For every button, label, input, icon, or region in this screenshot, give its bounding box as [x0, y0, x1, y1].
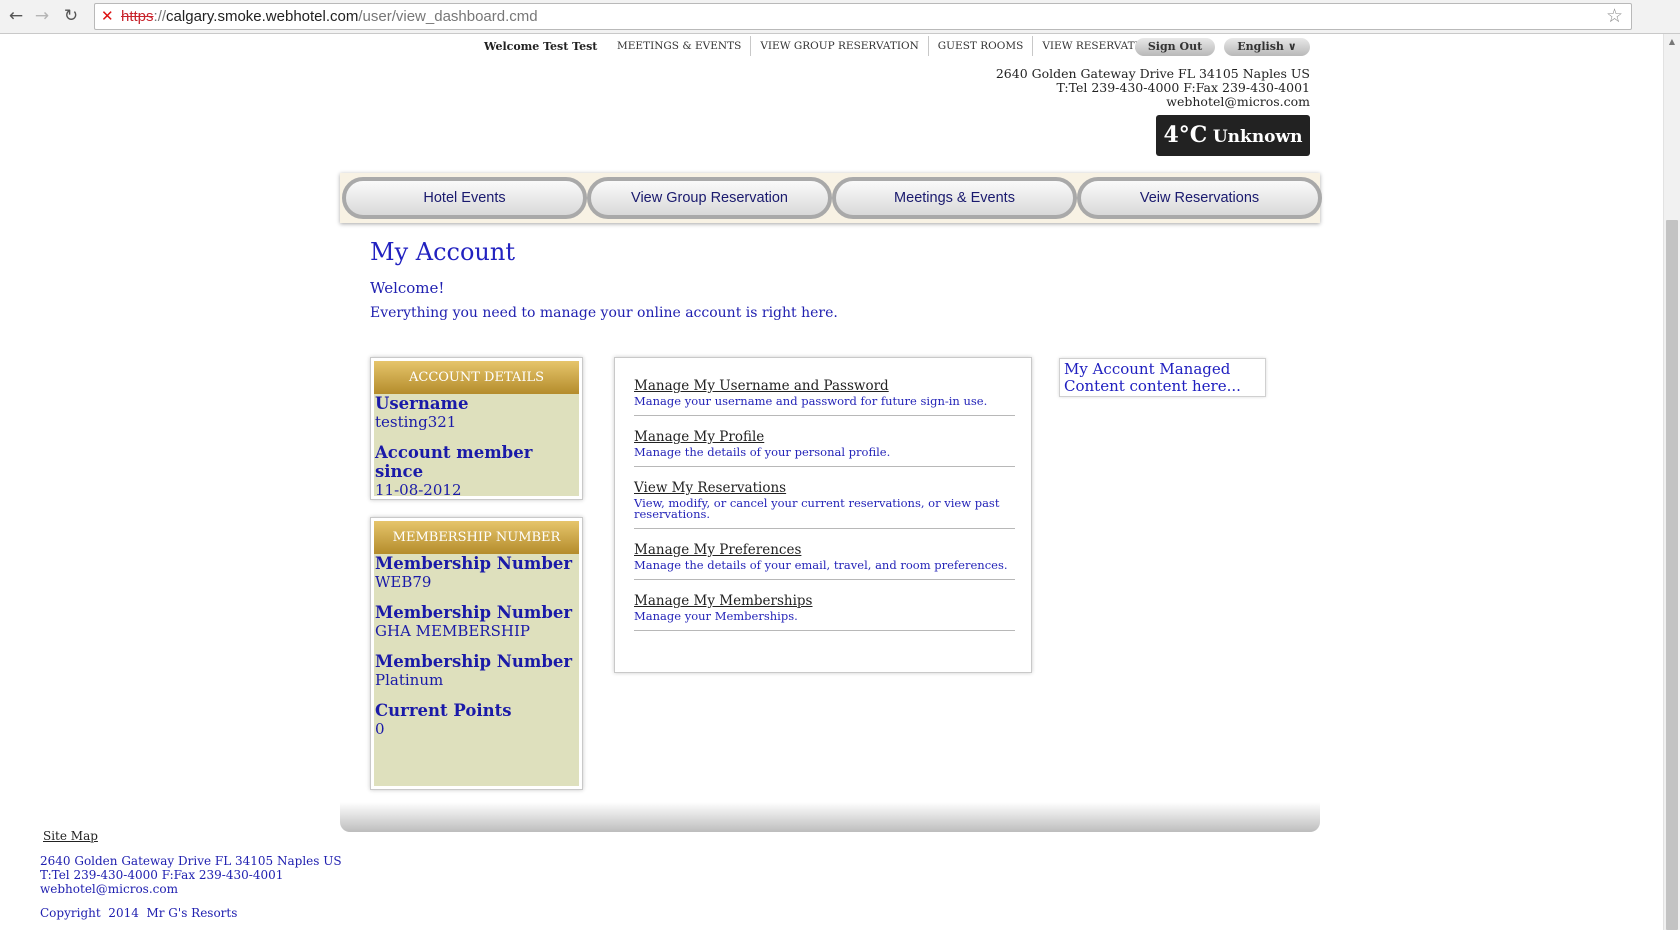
top-link-meetings-events[interactable]: MEETINGS & EVENTS	[608, 36, 752, 56]
list-item: View My Reservations View, modify, or ca…	[634, 480, 1015, 529]
vertical-scrollbar[interactable]: ▲	[1663, 34, 1680, 930]
nav-tab-meetings-events[interactable]: Meetings & Events	[832, 177, 1077, 219]
top-link-guest-rooms[interactable]: GUEST ROOMS	[929, 36, 1034, 56]
manage-preferences-link[interactable]: Manage My Preferences	[634, 542, 1015, 558]
username-value: testing321	[375, 413, 457, 431]
list-item: Manage My Profile Manage the details of …	[634, 429, 1015, 467]
url-text[interactable]: https://calgary.smoke.webhotel.com/user/…	[121, 4, 538, 29]
link-description: View, modify, or cancel your current res…	[634, 496, 1000, 521]
footer-address: 2640 Golden Gateway Drive FL 34105 Naple…	[40, 854, 342, 868]
page-title: My Account	[370, 238, 515, 266]
membership-value: WEB79	[375, 573, 432, 591]
membership-label: Membership Number	[375, 603, 573, 622]
link-description: Manage the details of your email, travel…	[634, 558, 1008, 572]
membership-panel: MEMBERSHIP NUMBER Membership Number WEB7…	[370, 517, 583, 790]
header-phone: T:Tel 239-430-4000 F:Fax 239-430-4001	[1056, 80, 1310, 95]
welcome-message: Welcome!	[370, 279, 445, 297]
insecure-lock-icon: ✕	[101, 7, 114, 25]
nav-tab-view-group-reservation[interactable]: View Group Reservation	[587, 177, 832, 219]
nav-tab-hotel-events[interactable]: Hotel Events	[342, 177, 587, 219]
footer-email: webhotel@micros.com	[40, 882, 178, 896]
username-label: Username	[375, 394, 469, 413]
page-container: Welcome Test Test MEETINGS & EVENTS VIEW…	[340, 34, 1322, 930]
browser-toolbar: ← → ↻ ✕ https://calgary.smoke.webhotel.c…	[0, 0, 1680, 34]
membership-value: GHA MEMBERSHIP	[375, 622, 530, 640]
weather-temperature: 4°C	[1163, 122, 1208, 148]
membership-label: Membership Number	[375, 554, 573, 573]
manage-memberships-link[interactable]: Manage My Memberships	[634, 593, 1015, 609]
manage-profile-link[interactable]: Manage My Profile	[634, 429, 1015, 445]
member-since-label: Account member since	[375, 443, 533, 481]
url-path: /user/view_dashboard.cmd	[358, 8, 538, 25]
membership-heading: MEMBERSHIP NUMBER	[374, 521, 579, 554]
nav-tab-view-reservations[interactable]: Veiw Reservations	[1077, 177, 1322, 219]
view-reservations-link[interactable]: View My Reservations	[634, 480, 1015, 496]
copyright-text: Copyright 2014 Mr G's Resorts	[40, 906, 238, 920]
url-host: calgary.smoke.webhotel.com	[166, 8, 359, 25]
utility-bar: Welcome Test Test MEETINGS & EVENTS VIEW…	[340, 36, 1320, 58]
language-selector[interactable]: English ∨	[1224, 38, 1310, 56]
membership-value: Platinum	[375, 671, 444, 689]
url-separator: ://	[153, 8, 167, 25]
back-icon[interactable]: ←	[5, 5, 27, 27]
member-since-value: 11-08-2012	[375, 481, 462, 499]
welcome-user-text: Welcome Test Test	[484, 40, 598, 53]
list-item: Manage My Username and Password Manage y…	[634, 378, 1015, 416]
weather-condition: Unknown	[1212, 127, 1303, 147]
header-email: webhotel@micros.com	[1166, 94, 1310, 109]
page-bottom-edge	[340, 802, 1320, 832]
top-link-view-group-reservation[interactable]: VIEW GROUP RESERVATION	[751, 36, 929, 56]
url-scheme: https	[121, 8, 154, 25]
reload-icon[interactable]: ↻	[60, 5, 82, 27]
forward-icon[interactable]: →	[31, 5, 53, 27]
current-points-label: Current Points	[375, 701, 512, 720]
current-points-value: 0	[375, 720, 385, 738]
link-description: Manage your username and password for fu…	[634, 394, 988, 408]
manage-username-password-link[interactable]: Manage My Username and Password	[634, 378, 1015, 394]
link-description: Manage your Memberships.	[634, 609, 798, 623]
footer-contact: 2640 Golden Gateway Drive FL 34105 Naple…	[40, 854, 342, 896]
membership-label: Membership Number	[375, 652, 573, 671]
account-details-panel: ACCOUNT DETAILS Username testing321 Acco…	[370, 357, 583, 500]
bookmark-star-icon[interactable]: ☆	[1606, 4, 1623, 29]
manage-links-panel: Manage My Username and Password Manage y…	[614, 357, 1032, 673]
list-item: Manage My Preferences Manage the details…	[634, 542, 1015, 580]
scroll-thumb[interactable]	[1666, 220, 1678, 930]
address-bar[interactable]: ✕ https://calgary.smoke.webhotel.com/use…	[94, 3, 1632, 30]
managed-content-box: My Account Managed Content content here.…	[1059, 358, 1266, 397]
link-description: Manage the details of your personal prof…	[634, 445, 891, 459]
header-contact: 2640 Golden Gateway Drive FL 34105 Naple…	[996, 67, 1310, 109]
top-links: MEETINGS & EVENTS VIEW GROUP RESERVATION…	[608, 36, 1166, 56]
sign-out-button[interactable]: Sign Out	[1135, 38, 1215, 56]
footer-phone: T:Tel 239-430-4000 F:Fax 239-430-4001	[40, 868, 284, 882]
main-navigation: Hotel Events View Group Reservation Meet…	[340, 173, 1322, 223]
weather-widget: 4°C Unknown	[1156, 115, 1310, 156]
account-details-heading: ACCOUNT DETAILS	[374, 361, 579, 394]
site-map-link[interactable]: Site Map	[43, 829, 98, 843]
header-address: 2640 Golden Gateway Drive FL 34105 Naple…	[995, 66, 1310, 81]
scroll-up-icon[interactable]: ▲	[1664, 34, 1680, 50]
intro-text: Everything you need to manage your onlin…	[370, 305, 838, 321]
list-item: Manage My Memberships Manage your Member…	[634, 593, 1015, 631]
